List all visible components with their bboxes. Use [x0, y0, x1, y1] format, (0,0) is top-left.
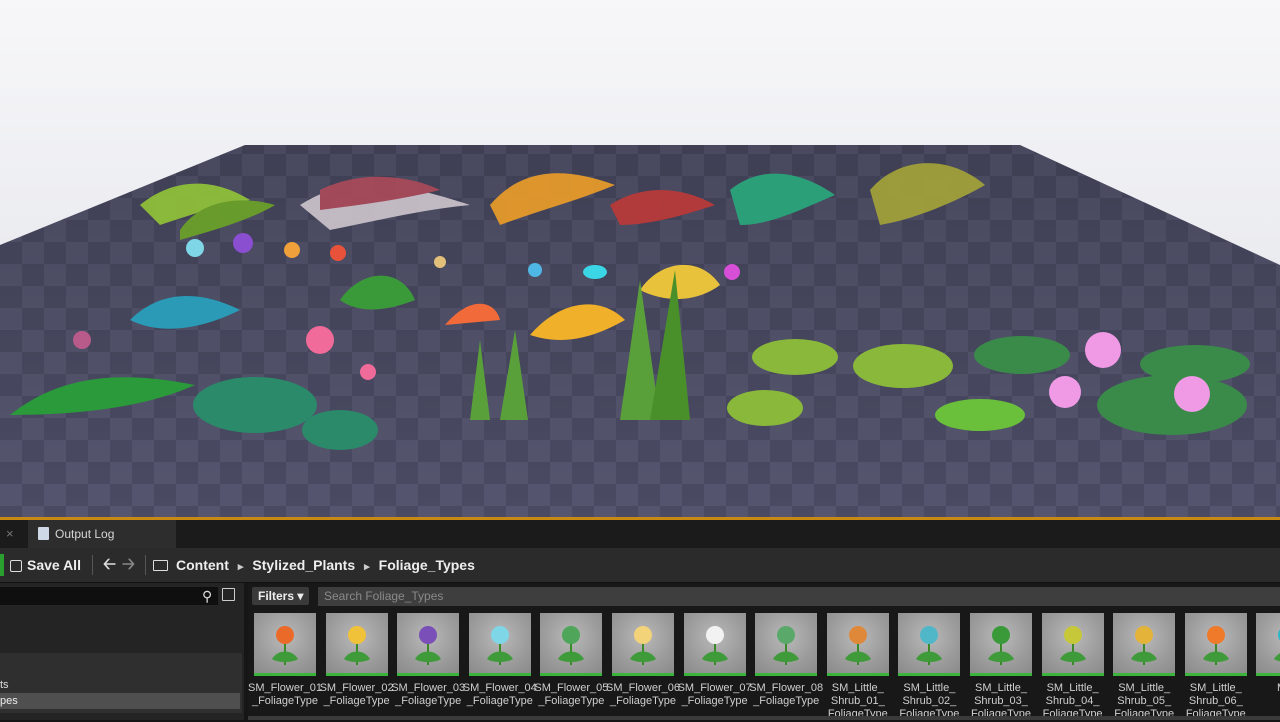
- plant-preview-icon: [1274, 629, 1280, 662]
- asset-thumbnail: [898, 613, 961, 673]
- foliage-scene: [0, 145, 1280, 520]
- search-icon[interactable]: ⚲: [202, 588, 212, 605]
- tree-item[interactable]: ts: [0, 679, 9, 691]
- asset-type-bar: [325, 673, 388, 676]
- plant-preview-icon: [773, 626, 800, 665]
- plant-preview-icon: [272, 626, 298, 665]
- toolbar-separator: [92, 555, 93, 575]
- asset-thumbnail: [397, 613, 460, 673]
- asset-thumbnail: [540, 613, 603, 673]
- asset-thumbnail: [683, 613, 746, 673]
- forward-arrow-icon[interactable]: 🡢: [122, 548, 135, 582]
- level-viewport[interactable]: [0, 0, 1280, 520]
- breadcrumb-item[interactable]: Foliage_Types: [379, 557, 475, 573]
- asset-thumbnail: [826, 613, 889, 673]
- content-browser-toolbar: Save All 🡠 🡢 Content ▸ Stylized_Plants ▸ Fol…: [0, 548, 1280, 583]
- asset-type-bar: [1256, 673, 1280, 676]
- asset-type-bar: [254, 673, 316, 676]
- plant-preview-icon: [988, 626, 1014, 665]
- plant-preview-icon: [916, 626, 943, 665]
- asset-thumbnail: [1041, 613, 1104, 673]
- tab-output-log-label: Output Log: [55, 527, 115, 541]
- asset-type-bar: [898, 673, 961, 676]
- asset-type-bar: [1041, 673, 1104, 676]
- list-icon[interactable]: [222, 588, 235, 601]
- asset-view: Filters ▾ Search Foliage_Types SM_Flower…: [248, 583, 1280, 720]
- asset-type-bar: [970, 673, 1032, 676]
- asset-thumbnail: [612, 613, 674, 673]
- asset-thumbnail: [970, 613, 1032, 673]
- breadcrumb: Content ▸ Stylized_Plants ▸ Foliage_Types: [153, 548, 475, 582]
- plant-preview-icon: [1202, 626, 1229, 665]
- asset-thumbnail: [468, 613, 531, 673]
- tab-output-log[interactable]: Output Log: [28, 520, 176, 548]
- asset-thumbnail: [1256, 613, 1280, 673]
- asset-thumbnail: [1113, 613, 1176, 673]
- asset-type-bar: [1113, 673, 1176, 676]
- document-icon: [38, 527, 49, 540]
- asset-type-bar: [397, 673, 460, 676]
- close-icon[interactable]: ×: [6, 526, 14, 541]
- save-accent-bar: [0, 554, 4, 576]
- asset-type-bar: [612, 673, 674, 676]
- folder-search-input[interactable]: [0, 587, 218, 605]
- panel-tab-bar: × Output Log: [0, 520, 1280, 548]
- asset-type-bar: [755, 673, 818, 676]
- asset-type-bar: [683, 673, 746, 676]
- breadcrumb-item[interactable]: Content: [176, 557, 229, 573]
- plant-preview-icon: [343, 626, 370, 665]
- asset-type-bar: [1184, 673, 1247, 676]
- asset-thumbnail: [254, 613, 316, 673]
- chevron-right-icon[interactable]: ▸: [238, 561, 244, 573]
- save-all-label: Save All: [27, 557, 81, 573]
- breadcrumb-item[interactable]: Stylized_Plants: [252, 557, 355, 573]
- asset-thumbnail: [755, 613, 818, 673]
- back-arrow-icon[interactable]: 🡠: [103, 548, 116, 582]
- sources-panel: ⚲ ts pes: [0, 583, 244, 720]
- plant-preview-icon: [844, 626, 871, 665]
- asset-thumbnail: [325, 613, 388, 673]
- asset-type-bar: [826, 673, 889, 676]
- folder-icon: [153, 560, 168, 571]
- save-all-button[interactable]: Save All: [10, 548, 81, 582]
- plant-preview-icon: [486, 626, 513, 665]
- asset-grid-next-row: [248, 716, 1280, 720]
- asset-search-input[interactable]: Search Foliage_Types: [318, 587, 1280, 606]
- asset-thumbnail: [1184, 613, 1247, 673]
- plant-preview-icon: [1131, 626, 1158, 665]
- asset-type-bar: [468, 673, 531, 676]
- plant-preview-icon: [701, 626, 728, 665]
- toolbar-separator: [145, 555, 146, 575]
- plant-preview-icon: [1059, 626, 1086, 665]
- tree-item-selected[interactable]: pes: [0, 693, 240, 709]
- chevron-right-icon[interactable]: ▸: [364, 561, 370, 573]
- plant-preview-icon: [630, 626, 656, 665]
- asset-type-bar: [540, 673, 603, 676]
- plant-preview-icon: [415, 626, 442, 665]
- plant-preview-icon: [558, 626, 585, 665]
- save-icon: [10, 560, 22, 572]
- filters-dropdown[interactable]: Filters ▾: [252, 587, 310, 605]
